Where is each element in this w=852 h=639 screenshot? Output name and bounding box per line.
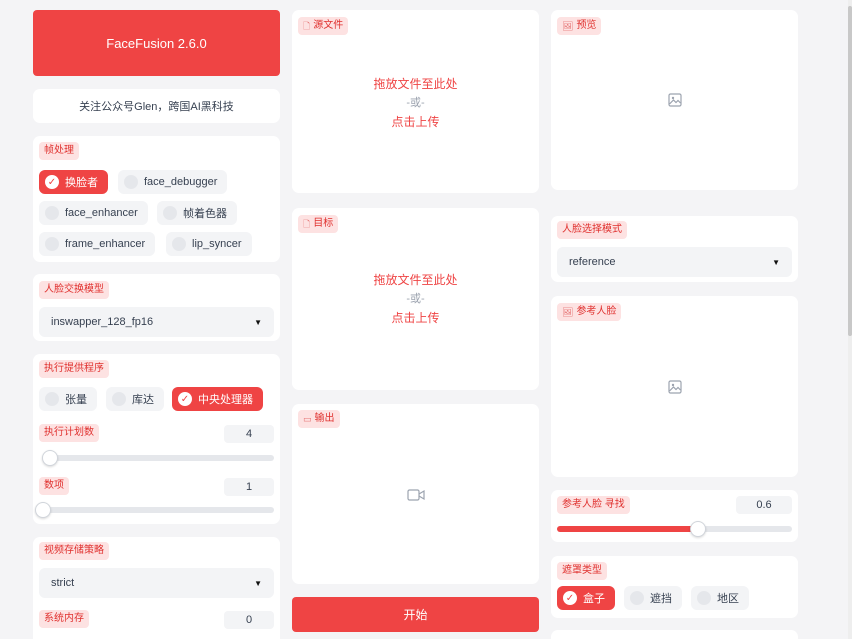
file-icon: 🗋 (303, 219, 311, 229)
checkbox-checked-icon: ✓ (45, 175, 59, 189)
source-label: 🗋 源文件 (298, 17, 349, 35)
checkbox-icon (630, 591, 644, 605)
checkbox-icon (124, 175, 138, 189)
execution-provider-tensorrt[interactable]: 张量 (39, 387, 97, 411)
preview-label: 🖼 预览 (557, 17, 602, 35)
video-icon: ▭ (303, 414, 312, 424)
frame-processor-frame-colorizer[interactable]: 帧着色器 (157, 201, 237, 225)
frame-processor-lip-syncer[interactable]: lip_syncer (166, 232, 252, 256)
reference-face-panel: 🖼 参考人脸 (551, 296, 798, 477)
execution-queue-count-label: 数项 (39, 477, 69, 495)
execution-providers-label: 执行提供程序 (39, 360, 109, 378)
face-mask-type-occlusion[interactable]: 遮挡 (624, 586, 682, 610)
frame-processor-face-debugger[interactable]: face_debugger (118, 170, 228, 194)
app-subtitle: 关注公众号Glen，跨国AI黑科技 (33, 89, 280, 123)
slider-fill (557, 526, 698, 532)
system-memory-limit-input[interactable]: 0 (224, 611, 274, 629)
image-icon: 🖼 (562, 21, 574, 31)
execution-thread-count-slider[interactable] (41, 450, 274, 466)
reference-face-distance-input[interactable]: 0.6 (736, 496, 792, 514)
image-placeholder-icon (667, 93, 682, 107)
face-selector-mode-panel: 人脸选择模式 reference ▼ (551, 216, 798, 282)
face-selector-mode-select[interactable]: reference ▼ (557, 247, 792, 277)
source-dropzone[interactable]: 拖放文件至此处 -或- 点击上传 (292, 75, 539, 132)
output-panel: ▭ 输出 (292, 404, 539, 584)
execution-thread-count-label: 执行计划数 (39, 424, 99, 442)
checkbox-checked-icon: ✓ (563, 591, 577, 605)
video-memory-strategy-label: 视频存储策略 (39, 542, 109, 560)
face-selector-mode-label: 人脸选择模式 (557, 221, 627, 239)
image-icon: 🖼 (562, 307, 574, 317)
system-memory-limit-label: 系统内存 (39, 610, 89, 628)
face-mask-types-label: 遮罩类型 (557, 562, 607, 580)
face-swapper-model-select[interactable]: inswapper_128_fp16 ▼ (39, 307, 274, 337)
memory-panel: 视频存储策略 strict ▼ 系统内存 0 (33, 537, 280, 639)
checkbox-icon (45, 206, 59, 220)
scrollbar-thumb[interactable] (848, 6, 852, 336)
output-label: ▭ 输出 (298, 410, 340, 428)
face-mask-type-region[interactable]: 地区 (691, 586, 749, 610)
reference-face-distance-panel: 参考人脸 寻找 0.6 (551, 490, 798, 542)
checkbox-icon (697, 591, 711, 605)
reference-face-distance-slider[interactable] (557, 521, 792, 537)
reference-face-label: 🖼 参考人脸 (557, 303, 622, 321)
frame-processors-panel: 帧处理 ✓ 换脸者 face_debugger face_enhancer 帧着… (33, 136, 280, 262)
video-camera-icon (406, 489, 425, 501)
video-memory-strategy-select[interactable]: strict ▼ (39, 568, 274, 598)
checkbox-icon (163, 206, 177, 220)
face-swapper-model-panel: 人脸交换模型 inswapper_128_fp16 ▼ (33, 274, 280, 341)
checkbox-checked-icon: ✓ (178, 392, 192, 406)
execution-panel: 执行提供程序 张量 库达 ✓ 中央处理器 执行计划数 4 数项 1 (33, 354, 280, 524)
target-upload[interactable]: 🗋 目标 拖放文件至此处 -或- 点击上传 (292, 208, 539, 390)
slider-thumb[interactable] (690, 521, 706, 537)
target-dropzone[interactable]: 拖放文件至此处 -或- 点击上传 (292, 271, 539, 328)
frame-processor-face-swapper[interactable]: ✓ 换脸者 (39, 170, 108, 194)
slider-thumb[interactable] (35, 502, 51, 518)
checkbox-icon (45, 237, 59, 251)
execution-queue-count-input[interactable]: 1 (224, 478, 274, 496)
slider-thumb[interactable] (41, 450, 58, 466)
frame-processor-face-enhancer[interactable]: face_enhancer (39, 201, 148, 225)
chevron-down-icon: ▼ (772, 257, 780, 267)
reference-face-distance-label: 参考人脸 寻找 (557, 496, 630, 514)
page-scrollbar[interactable] (848, 0, 852, 639)
execution-thread-count-input[interactable]: 4 (224, 425, 274, 443)
chevron-down-icon: ▼ (254, 317, 262, 327)
frame-processor-frame-enhancer[interactable]: frame_enhancer (39, 232, 156, 256)
file-icon: 🗋 (303, 21, 311, 31)
face-mask-types-panel: 遮罩类型 ✓ 盒子 遮挡 地区 (551, 556, 798, 618)
target-label: 🗋 目标 (298, 215, 339, 233)
next-panel-partial (551, 630, 798, 639)
checkbox-icon (172, 237, 186, 251)
execution-queue-count-slider[interactable] (35, 502, 274, 518)
frame-processors-label: 帧处理 (39, 142, 79, 160)
face-mask-type-box[interactable]: ✓ 盒子 (557, 586, 615, 610)
chevron-down-icon: ▼ (254, 578, 262, 588)
execution-provider-cpu[interactable]: ✓ 中央处理器 (172, 387, 263, 411)
app-title: FaceFusion 2.6.0 (33, 10, 280, 76)
start-button[interactable]: 开始 (292, 597, 539, 632)
execution-provider-cuda[interactable]: 库达 (106, 387, 164, 411)
source-upload[interactable]: 🗋 源文件 拖放文件至此处 -或- 点击上传 (292, 10, 539, 193)
checkbox-icon (112, 392, 126, 406)
checkbox-icon (45, 392, 59, 406)
preview-panel: 🖼 预览 (551, 10, 798, 190)
face-swapper-model-label: 人脸交换模型 (39, 281, 109, 299)
image-placeholder-icon (667, 380, 682, 394)
